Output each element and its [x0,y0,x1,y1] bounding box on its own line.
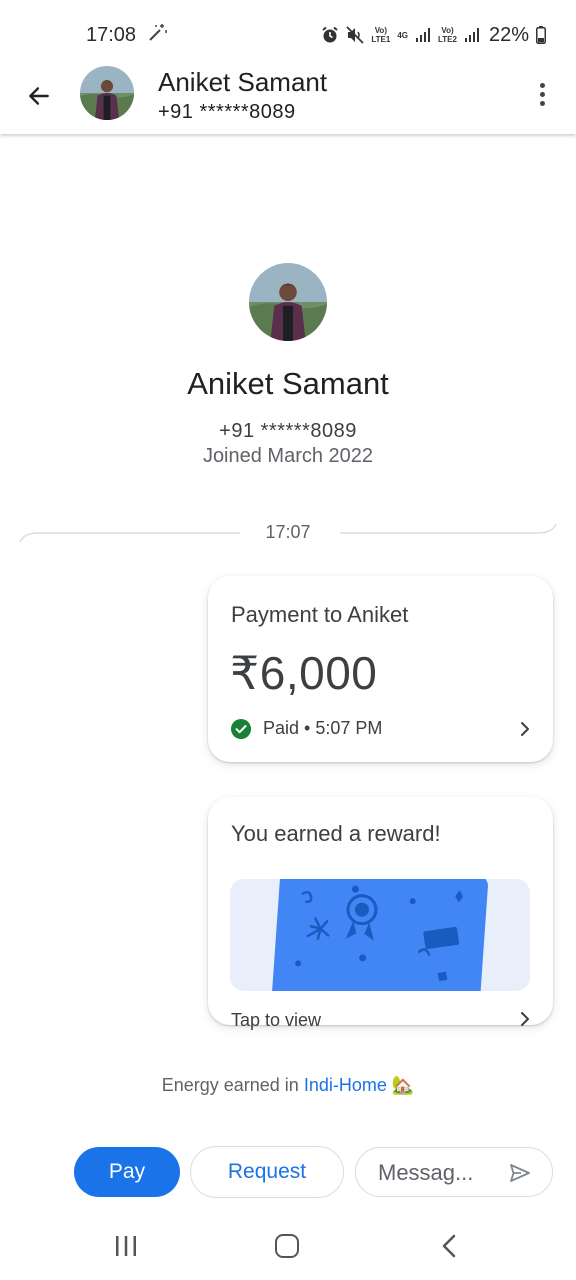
message-input[interactable]: Messag... [355,1147,553,1197]
energy-earned-line: Energy earned in Indi-Home 🏡 [0,1075,576,1096]
magic-wand-icon [149,24,167,41]
energy-prefix: Energy earned in [161,1075,304,1095]
payment-card[interactable]: Payment to Aniket ₹6,000 Paid • 5:07 PM [208,576,553,762]
recents-icon[interactable] [112,1234,140,1258]
payment-status: Paid • 5:07 PM [231,718,382,739]
chevron-right-icon [521,722,529,736]
profile-joined-date: Joined March 2022 [202,445,374,467]
system-nav-bar [0,1210,576,1280]
app-bar: Aniket Samant +91 ******8089 [0,64,576,134]
battery-icon [536,26,546,44]
home-icon[interactable] [275,1234,299,1258]
chevron-right-icon [521,1012,529,1026]
contact-name: Aniket Samant [158,67,328,97]
pay-button[interactable]: Pay [74,1147,180,1197]
message-placeholder: Messag... [378,1160,474,1185]
payment-amount: ₹6,000 [230,647,378,699]
dot [539,82,545,88]
request-button[interactable]: Request [190,1146,344,1198]
payment-title: Payment to Aniket [231,602,409,627]
scratch-card-illustration [230,879,530,991]
signal-icon [416,28,430,42]
nav-back-icon[interactable] [440,1234,458,1258]
status-icons: Vo) LTE1 4G Vo) LTE2 22% [321,20,546,50]
reward-card[interactable]: You earned a reward! Tap to view [208,797,553,1030]
status-time: 17:08 [86,24,137,46]
profile-name: Aniket Samant [187,366,389,401]
reward-cta: Tap to view [231,1010,322,1030]
reward-title: You earned a reward! [231,821,441,846]
payment-status-text: Paid • 5:07 PM [263,718,383,738]
mute-icon [346,26,364,44]
signal-icon [464,28,479,42]
arrow-back-icon [29,87,49,105]
check-circle-icon [231,718,251,739]
time-divider: 17:07 [18,516,558,548]
battery-level: 22% [488,23,529,46]
avatar-photo [80,66,134,120]
dot [539,91,545,97]
alarm-icon [322,26,338,43]
avatar-photo [249,263,327,341]
energy-link[interactable]: Indi-Home [304,1075,387,1095]
volte2-icon: Vo) LTE2 [438,26,457,44]
house-icon: 🏡 [391,1075,415,1095]
divider-time: 17:07 [265,522,311,542]
volte1-icon: Vo) LTE1 [371,26,391,44]
status-bar: 17:08 Vo) LTE1 4G Vo) LTE2 22% [0,0,576,64]
more-options-button[interactable] [530,79,554,109]
network-4g-icon: 4G [397,30,408,40]
send-icon[interactable] [508,1161,532,1185]
profile-phone: +91 ******8089 [219,420,357,442]
back-button[interactable] [22,79,56,113]
contact-phone: +91 ******8089 [158,101,296,123]
profile-avatar[interactable] [249,263,327,341]
contact-avatar[interactable] [80,66,134,120]
dot [539,100,545,106]
